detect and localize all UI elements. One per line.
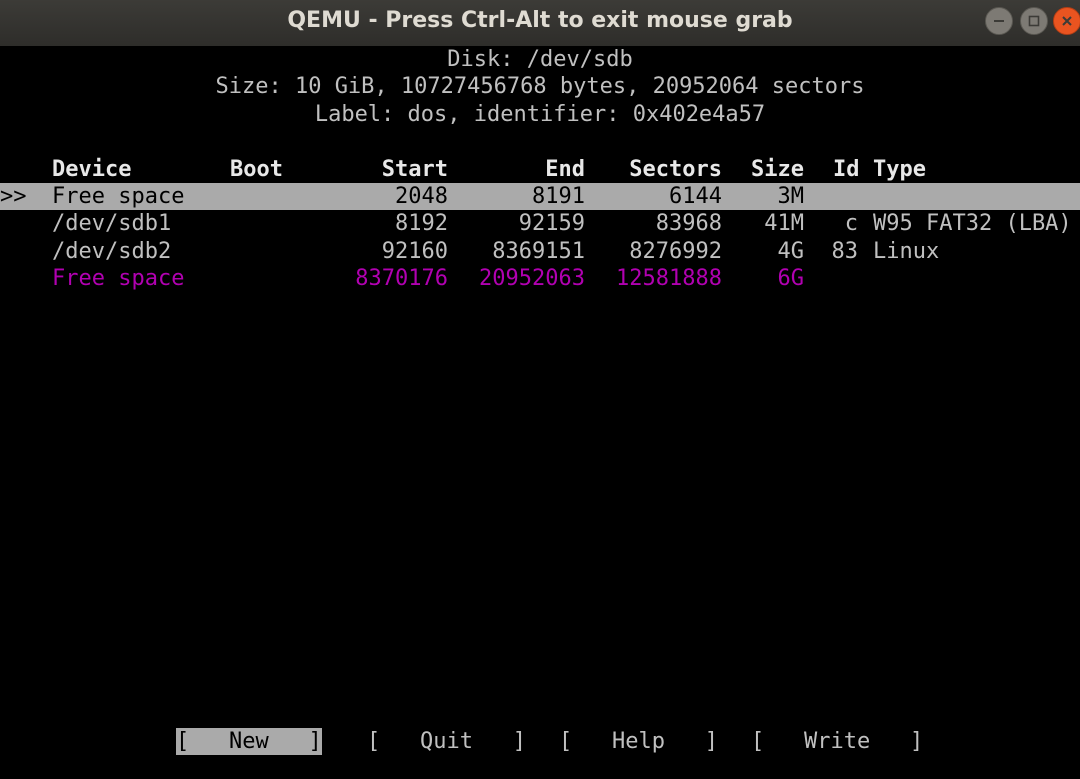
row-end: 8191 <box>532 184 585 209</box>
minimize-icon <box>994 20 1004 22</box>
column-sectors: Sectors <box>629 156 722 182</box>
row-id: 83 <box>831 238 859 264</box>
table-row[interactable]: Free space 8370176 20952063 12581888 6G <box>0 265 1080 292</box>
row-start: 8192 <box>395 211 448 237</box>
close-button[interactable] <box>1053 7 1080 35</box>
row-end: 20952063 <box>479 266 585 292</box>
row-size: 3M <box>777 184 805 209</box>
table-row[interactable]: /dev/sdb1 8192 92159 83968 41M c W95 FAT… <box>0 210 1080 237</box>
column-id: Id <box>833 156 860 182</box>
column-start: Start <box>381 156 448 182</box>
row-id <box>820 183 858 210</box>
row-device: /dev/sdb1 <box>52 211 172 237</box>
row-size: 4G <box>777 238 805 264</box>
row-size: 6G <box>777 266 805 292</box>
column-end: End <box>545 156 585 182</box>
row-id <box>820 265 858 292</box>
terminal-screen[interactable]: Disk: /dev/sdb Size: 10 GiB, 10727456768… <box>0 46 1080 779</box>
row-device: Free space <box>52 266 185 292</box>
new-button[interactable]: [ New ] <box>176 728 322 755</box>
table-row[interactable]: /dev/sdb2 92160 8369151 8276992 4G 83 Li… <box>0 238 1080 265</box>
help-button[interactable]: [ Help ] <box>559 728 718 755</box>
row-sectors: 12581888 <box>616 266 722 292</box>
maximize-icon <box>1028 15 1040 27</box>
window-title: QEMU - Press Ctrl-Alt to exit mouse grab <box>287 8 793 33</box>
disk-identifier: Label: dos, identifier: 0x402e4a57 <box>314 101 766 127</box>
column-device: Device <box>52 156 132 182</box>
write-button[interactable]: [ Write ] <box>751 728 923 755</box>
row-type: Linux <box>873 238 940 264</box>
qemu-window: QEMU - Press Ctrl-Alt to exit mouse grab… <box>0 0 1080 779</box>
row-start: 8370176 <box>355 266 448 292</box>
title-bar: QEMU - Press Ctrl-Alt to exit mouse grab <box>0 0 1080 47</box>
quit-button[interactable]: [ Quit ] <box>367 728 526 755</box>
row-end: 8369151 <box>492 238 585 264</box>
disk-label: Disk: /dev/sdb <box>447 47 633 72</box>
row-start: 2048 <box>395 184 448 209</box>
disk-size: Size: 10 GiB, 10727456768 bytes, 2095206… <box>215 74 865 100</box>
row-sectors: 83968 <box>655 211 722 237</box>
action-menu: [ New ] [ Quit ] [ Help ] [ Write ] <box>0 728 1080 755</box>
row-type: W95 FAT32 (LBA) <box>873 211 1072 237</box>
column-boot: Boot <box>230 156 283 182</box>
row-sectors: 6144 <box>669 184 722 209</box>
column-type: Type <box>873 156 926 182</box>
cursor-indicator: >> <box>0 184 27 209</box>
row-device: Free space <box>52 184 185 209</box>
minimize-button[interactable] <box>985 7 1013 35</box>
table-row[interactable]: >> Free space 2048 8191 6144 3M <box>0 183 1080 211</box>
row-size: 41M <box>764 211 804 237</box>
row-end: 92159 <box>518 211 585 237</box>
row-start: 92160 <box>381 238 448 264</box>
close-icon <box>1062 16 1072 26</box>
table-header: Device Boot Start End Sectors Size Id Ty… <box>0 156 1080 183</box>
row-sectors: 8276992 <box>629 238 722 264</box>
maximize-button[interactable] <box>1020 7 1048 35</box>
row-id: c <box>844 211 858 237</box>
column-size: Size <box>751 156 804 182</box>
row-device: /dev/sdb2 <box>52 238 172 264</box>
